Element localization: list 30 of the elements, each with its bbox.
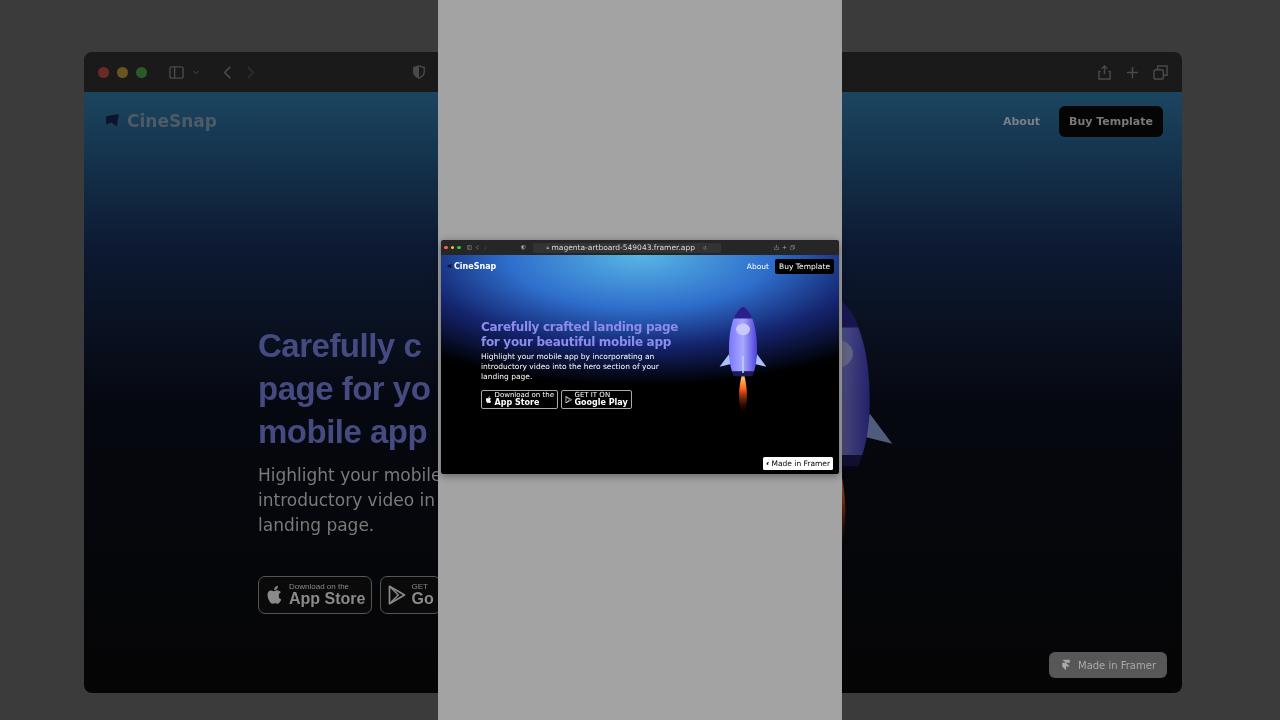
play-icon <box>564 395 573 404</box>
body-text: landing page. <box>258 514 376 537</box>
headline-text: page for yo <box>258 369 432 409</box>
shield-icon <box>520 245 526 250</box>
logo[interactable]: CineSnap <box>447 262 497 271</box>
plus-icon <box>781 245 787 250</box>
body-text: introductory video in <box>258 489 436 512</box>
plus-icon <box>1125 64 1140 80</box>
tabs-icon <box>789 245 795 250</box>
headline-text: Carefully c <box>258 326 423 366</box>
play-icon <box>387 585 408 605</box>
buy-template-button[interactable]: Buy Template <box>1059 105 1163 137</box>
sidebar-icon <box>466 245 472 250</box>
forward-icon <box>482 245 488 250</box>
headline-text: mobile app <box>258 412 429 452</box>
lock-icon <box>546 245 550 250</box>
made-in-framer-badge[interactable]: Made in Framer <box>1049 652 1167 678</box>
apple-icon <box>485 395 493 404</box>
google-play-button[interactable]: GET Go <box>380 576 438 614</box>
body-text: Highlight your mobile <box>258 464 438 487</box>
tabs-icon <box>1153 64 1168 80</box>
reload-icon <box>702 245 707 250</box>
sidebar-icon <box>169 64 184 80</box>
app-store-button[interactable]: Download on the App Store <box>258 576 373 614</box>
back-icon <box>474 245 480 250</box>
shield-icon <box>412 65 426 79</box>
caret-icon <box>192 68 200 76</box>
share-icon <box>1097 64 1112 80</box>
share-icon <box>773 245 779 250</box>
headline: Carefully crafted landing page for your beautiful mobile app <box>481 320 680 350</box>
